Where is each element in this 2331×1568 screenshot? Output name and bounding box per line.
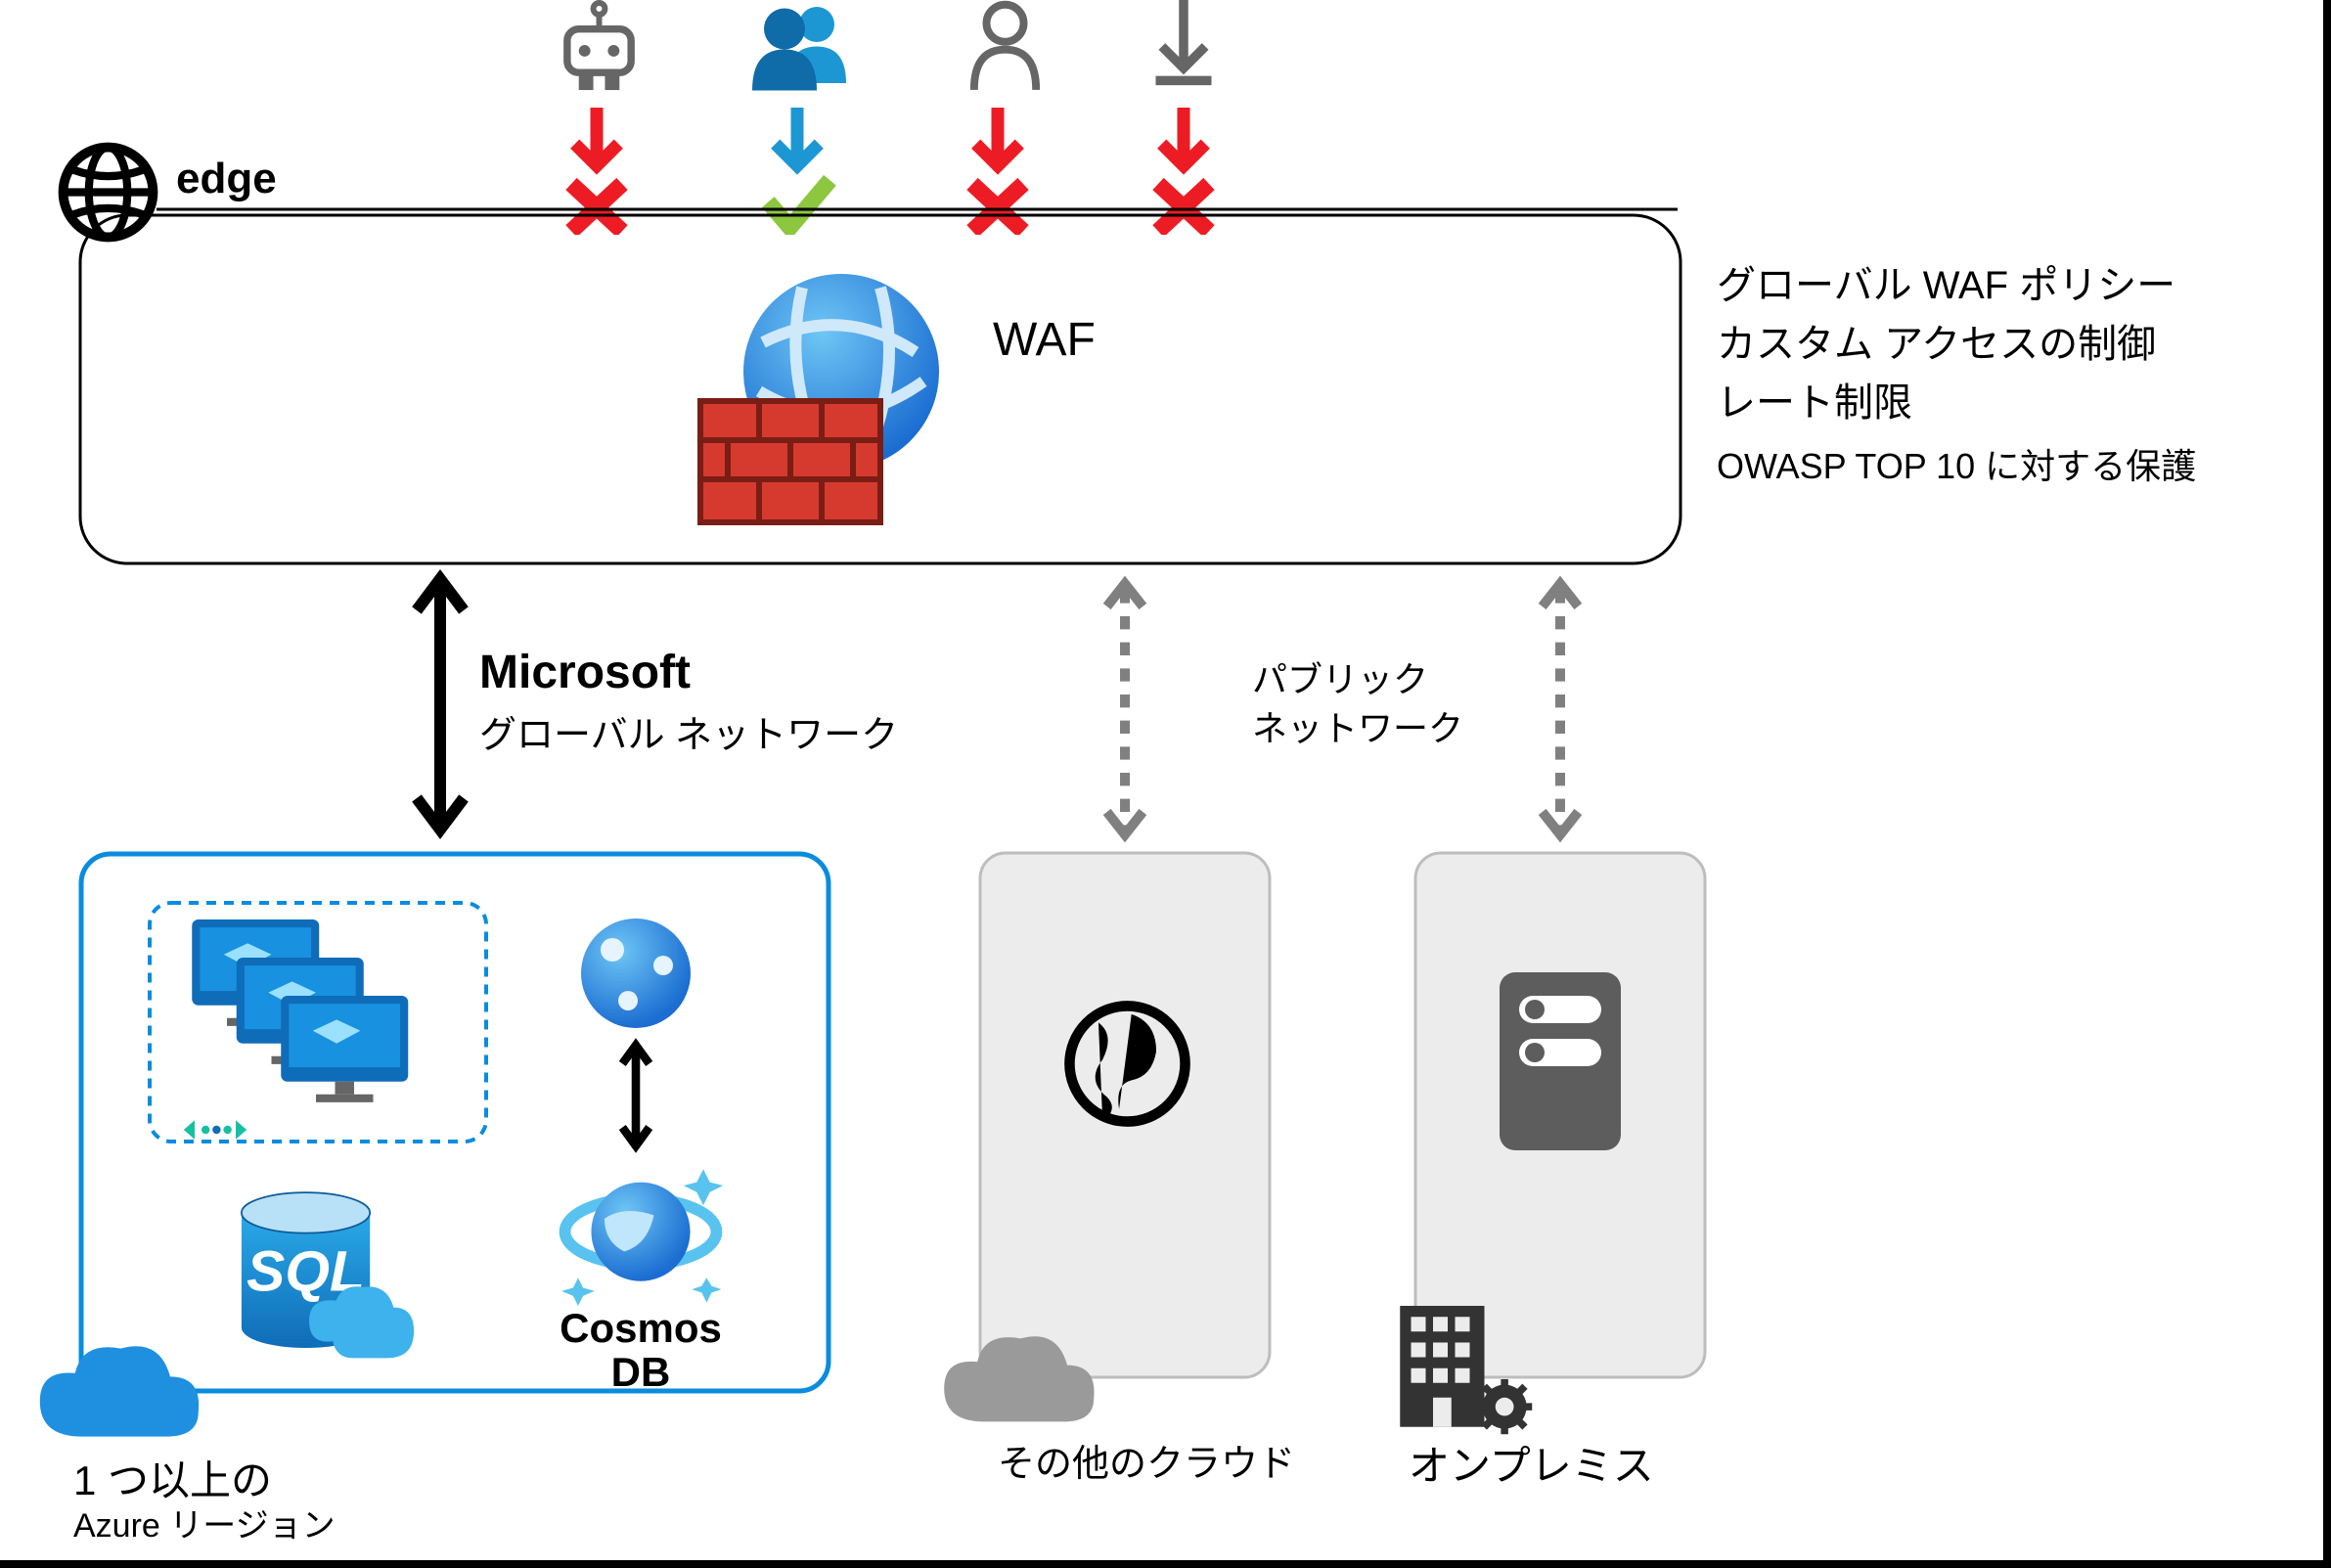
- network-globe-icon: [577, 915, 695, 1032]
- dashed-arrow-prem: [1536, 567, 1585, 851]
- server-icon: [1492, 968, 1629, 1154]
- cosmos-label-2: DB: [543, 1350, 739, 1395]
- microsoft-arrow: [411, 567, 470, 841]
- feature-line3: レート制限: [1717, 374, 1912, 432]
- other-cloud-label: その他のクラウド: [998, 1433, 1295, 1487]
- bottom-border: [0, 1560, 2331, 1568]
- azure-cloud-icon: [29, 1330, 205, 1448]
- building-gear-icon: [1389, 1291, 1536, 1438]
- feature-line1: グローバル WAF ポリシー: [1717, 256, 2175, 315]
- sql-database-icon: SQL: [235, 1188, 421, 1384]
- cosmos-db-icon: [558, 1149, 724, 1306]
- waf-icon: [685, 264, 959, 538]
- onprem-label: オンプレミス: [1409, 1433, 1654, 1493]
- user-group-icon: [743, 0, 861, 93]
- public-network-line2: ネットワーク: [1252, 704, 1463, 753]
- compute-instances-icon: [191, 919, 416, 1110]
- public-network-line1: パブリック: [1252, 655, 1428, 704]
- microsoft-title: Microsoft: [479, 646, 691, 699]
- other-cloud-globe-icon: [1061, 998, 1193, 1130]
- cosmos-label-1: Cosmos: [543, 1306, 739, 1351]
- feature-line4: OWASP TOP 10 に対する保護: [1717, 438, 2196, 489]
- azure-region-line2: Azure リージョン: [73, 1499, 336, 1546]
- bot-icon: [553, 0, 646, 93]
- feature-line2: カスタム アクセスの制御: [1717, 315, 2156, 374]
- microsoft-subtitle: グローバル ネットワーク: [479, 704, 898, 758]
- edge-line: [157, 207, 1678, 211]
- user-icon: [964, 0, 1047, 93]
- other-cloud-shape-icon: [934, 1321, 1100, 1433]
- waf-label: WAF: [993, 313, 1096, 367]
- scale-set-icon: [181, 1105, 249, 1154]
- dashed-arrow-cloud: [1100, 567, 1149, 851]
- download-icon: [1149, 0, 1218, 93]
- right-border: [2323, 0, 2331, 1568]
- edge-label: edge: [176, 155, 277, 203]
- cosmos-arrow: [616, 1037, 655, 1154]
